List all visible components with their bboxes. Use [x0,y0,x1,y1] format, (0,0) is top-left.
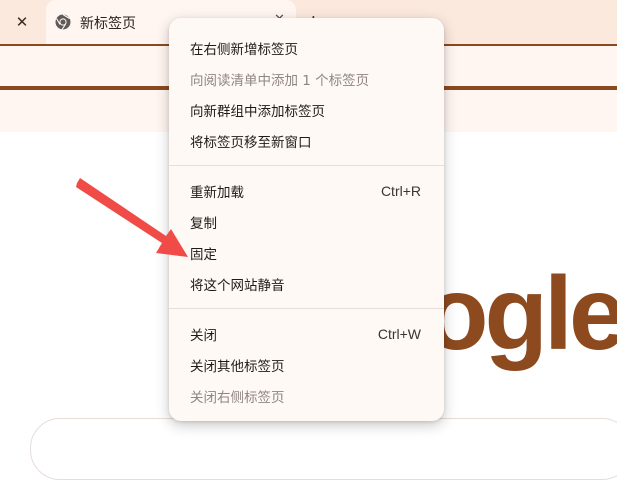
menu-item[interactable]: 复制 [169,206,444,237]
chrome-logo-icon [55,14,71,30]
menu-item[interactable]: 向阅读清单中添加 1 个标签页 [169,63,444,94]
menu-item-label: 在右侧新增标签页 [190,41,298,58]
menu-item-label: 关闭 [190,327,217,344]
menu-separator [169,165,444,166]
menu-item[interactable]: 将标签页移至新窗口 [169,125,444,156]
menu-item-label: 复制 [190,215,217,232]
menu-separator [169,308,444,309]
search-box[interactable] [30,418,617,480]
menu-item-shortcut: Ctrl+W [377,325,421,342]
menu-item[interactable]: 重新加载 Ctrl+R [169,175,444,206]
menu-item-label: 将这个网站静音 [190,277,285,294]
tab-title: 新标签页 [80,16,136,32]
menu-item[interactable]: 关闭 Ctrl+W [169,318,444,349]
menu-item-label: 向新群组中添加标签页 [190,103,325,120]
menu-item[interactable]: 关闭其他标签页 [169,349,444,380]
menu-item-label: 重新加载 [190,184,244,201]
menu-item[interactable]: 在右侧新增标签页 [169,32,444,63]
menu-item[interactable]: 固定 [169,237,444,268]
menu-item-shortcut: Ctrl+R [380,182,421,199]
menu-item[interactable]: 向新群组中添加标签页 [169,94,444,125]
menu-item-label: 将标签页移至新窗口 [190,134,312,151]
menu-item[interactable]: 关闭右侧标签页 [169,380,444,411]
menu-item-label: 向阅读清单中添加 1 个标签页 [190,72,370,89]
google-logo: ogle [425,256,617,372]
menu-item-label: 固定 [190,246,217,263]
menu-item[interactable]: 将这个网站静音 [169,268,444,299]
tab-context-menu: 在右侧新增标签页向阅读清单中添加 1 个标签页 向新群组中添加标签页 将标签页移至新… [169,18,444,421]
menu-item-label: 关闭其他标签页 [190,358,285,375]
close-icon[interactable]: ✕ [8,8,36,36]
menu-item-label: 关闭右侧标签页 [190,389,285,406]
